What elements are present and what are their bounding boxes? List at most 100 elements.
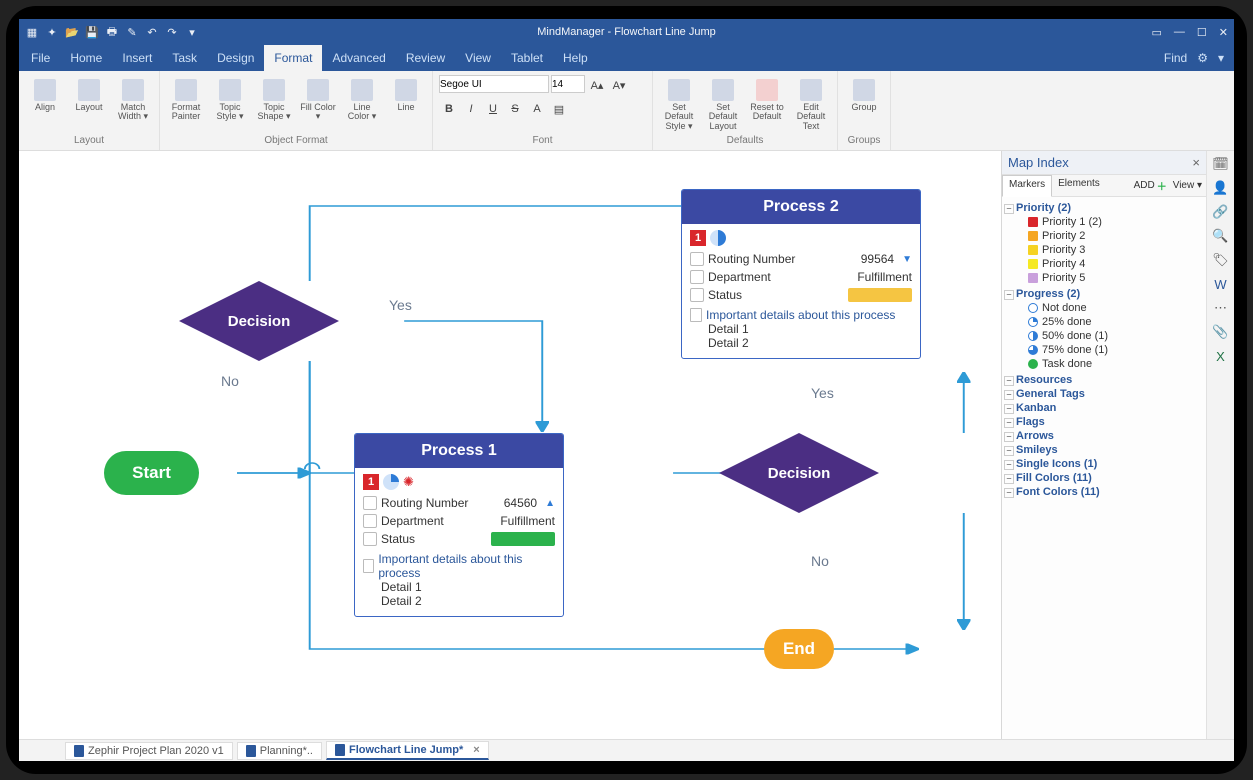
dock-more-icon[interactable]: ⋯	[1212, 299, 1230, 317]
tree-item[interactable]: Priority 5	[1004, 271, 1204, 285]
mapindex-tab-markers[interactable]: Markers	[1002, 175, 1052, 197]
dock-excel-icon[interactable]: X	[1212, 347, 1230, 365]
tab-close-icon[interactable]: ×	[473, 744, 479, 756]
tab-home[interactable]: Home	[60, 45, 112, 71]
right-dock: 🗓 👤 🔗 🔍 🏷 W ⋯ 📎 X	[1206, 151, 1234, 739]
tree-flags[interactable]: Flags	[1004, 415, 1204, 429]
tree-item[interactable]: 50% done (1)	[1004, 329, 1204, 343]
tree-item[interactable]: Priority 1 (2)	[1004, 215, 1204, 229]
topic-style-button[interactable]: Topic Style ▾	[210, 75, 250, 122]
tree-kanban[interactable]: Kanban	[1004, 401, 1204, 415]
flow-decision-1[interactable]: Decision	[179, 281, 339, 361]
qat-open-icon[interactable]: 📂	[65, 25, 79, 39]
highlight-button[interactable]: ▤	[549, 99, 569, 119]
qat-new-icon[interactable]: ✦	[45, 25, 59, 39]
qat-brush-icon[interactable]: ✎	[125, 25, 139, 39]
maximize-icon[interactable]: ☐	[1197, 26, 1207, 39]
tree-item[interactable]: Task done	[1004, 357, 1204, 371]
minimize-icon[interactable]: —	[1174, 26, 1185, 39]
tree-item[interactable]: Priority 3	[1004, 243, 1204, 257]
tab-file[interactable]: File	[21, 45, 60, 71]
set-default-layout-button[interactable]: Set Default Layout	[703, 75, 743, 131]
tree-item[interactable]: Priority 2	[1004, 229, 1204, 243]
edit-default-text-button[interactable]: Edit Default Text	[791, 75, 831, 131]
doc-icon	[74, 745, 84, 757]
qat-undo-icon[interactable]: ↶	[145, 25, 159, 39]
shrink-font-button[interactable]: A▾	[609, 75, 629, 95]
close-icon[interactable]: ✕	[1219, 26, 1228, 39]
dock-user-icon[interactable]: 👤	[1212, 179, 1230, 197]
line-button[interactable]: Line	[386, 75, 426, 112]
collapse-icon[interactable]: ▲	[545, 498, 555, 509]
font-size-input[interactable]	[551, 75, 585, 93]
tree-resources[interactable]: Resources	[1004, 373, 1204, 387]
tree-item[interactable]: 75% done (1)	[1004, 343, 1204, 357]
tab-task[interactable]: Task	[162, 45, 207, 71]
tab-review[interactable]: Review	[396, 45, 455, 71]
line-color-button[interactable]: Line Color ▾	[342, 75, 382, 122]
align-button[interactable]: Align	[25, 75, 65, 112]
tree-priority-header[interactable]: Priority (2)	[1004, 201, 1204, 215]
doc-tab-1[interactable]: Zephir Project Plan 2020 v1	[65, 742, 233, 760]
match-width-button[interactable]: Match Width ▾	[113, 75, 153, 122]
tree-fill-colors[interactable]: Fill Colors (11)	[1004, 471, 1204, 485]
tree-smileys[interactable]: Smileys	[1004, 443, 1204, 457]
mapindex-view-button[interactable]: View ▾	[1173, 180, 1202, 191]
tree-font-colors[interactable]: Font Colors (11)	[1004, 485, 1204, 499]
tab-insert[interactable]: Insert	[112, 45, 162, 71]
font-name-input[interactable]	[439, 75, 549, 93]
topic-shape-button[interactable]: Topic Shape ▾	[254, 75, 294, 122]
tab-design[interactable]: Design	[207, 45, 264, 71]
qat-save-icon[interactable]: 💾	[85, 25, 99, 39]
layout-button[interactable]: Layout	[69, 75, 109, 112]
mapindex-add-button[interactable]: ADD	[1134, 180, 1155, 191]
dock-task-icon[interactable]: 🗓	[1212, 155, 1230, 173]
flow-process-1[interactable]: Process 1 1 ✺ Routing Number64560▲ Depar…	[354, 433, 564, 617]
tab-view[interactable]: View	[455, 45, 501, 71]
collapse-icon[interactable]: ▼	[902, 254, 912, 265]
font-color-button[interactable]: A	[527, 99, 547, 119]
tab-help[interactable]: Help	[553, 45, 598, 71]
add-plus-icon[interactable]: ＋	[1157, 178, 1167, 193]
strike-button[interactable]: S	[505, 99, 525, 119]
tab-format[interactable]: Format	[264, 45, 322, 71]
italic-button[interactable]: I	[461, 99, 481, 119]
panel-close-icon[interactable]: ×	[1192, 155, 1200, 170]
find-label[interactable]: Find	[1164, 51, 1187, 65]
tree-single-icons[interactable]: Single Icons (1)	[1004, 457, 1204, 471]
dock-attach-icon[interactable]: 📎	[1212, 323, 1230, 341]
qat-dropdown-icon[interactable]: ▾	[185, 25, 199, 39]
doc-tab-3[interactable]: Flowchart Line Jump*×	[326, 741, 489, 760]
collapse-ribbon-icon[interactable]: ▾	[1218, 51, 1224, 65]
tree-arrows[interactable]: Arrows	[1004, 429, 1204, 443]
doc-tab-2[interactable]: Planning*..	[237, 742, 322, 760]
qat-redo-icon[interactable]: ↷	[165, 25, 179, 39]
tree-item[interactable]: Priority 4	[1004, 257, 1204, 271]
fill-color-button[interactable]: Fill Color ▾	[298, 75, 338, 122]
flow-process-2[interactable]: Process 2 1 Routing Number99564▼ Departm…	[681, 189, 921, 359]
format-painter-button[interactable]: Format Painter	[166, 75, 206, 122]
set-default-style-button[interactable]: Set Default Style ▾	[659, 75, 699, 131]
flow-start[interactable]: Start	[104, 451, 199, 495]
tree-item[interactable]: Not done	[1004, 301, 1204, 315]
bold-button[interactable]: B	[439, 99, 459, 119]
dock-word-icon[interactable]: W	[1212, 275, 1230, 293]
reset-default-button[interactable]: Reset to Default	[747, 75, 787, 122]
flow-decision-2[interactable]: Decision	[719, 433, 879, 513]
tree-progress-header[interactable]: Progress (2)	[1004, 287, 1204, 301]
underline-button[interactable]: U	[483, 99, 503, 119]
grow-font-button[interactable]: A▴	[587, 75, 607, 95]
dock-related-icon[interactable]: 🔗	[1212, 203, 1230, 221]
tab-advanced[interactable]: Advanced	[322, 45, 395, 71]
qat-print-icon[interactable]: 🖶	[105, 25, 119, 39]
dock-markers-icon[interactable]: 🏷	[1212, 251, 1230, 269]
tree-general-tags[interactable]: General Tags	[1004, 387, 1204, 401]
options-icon[interactable]: ⚙	[1197, 51, 1208, 65]
tree-item[interactable]: 25% done	[1004, 315, 1204, 329]
mapindex-tab-elements[interactable]: Elements	[1052, 175, 1106, 196]
ribbon-toggle-icon[interactable]: ▭	[1152, 26, 1162, 39]
group-button[interactable]: Group	[844, 75, 884, 112]
tab-tablet[interactable]: Tablet	[501, 45, 553, 71]
dock-search-icon[interactable]: 🔍	[1212, 227, 1230, 245]
flow-end[interactable]: End	[764, 629, 834, 669]
